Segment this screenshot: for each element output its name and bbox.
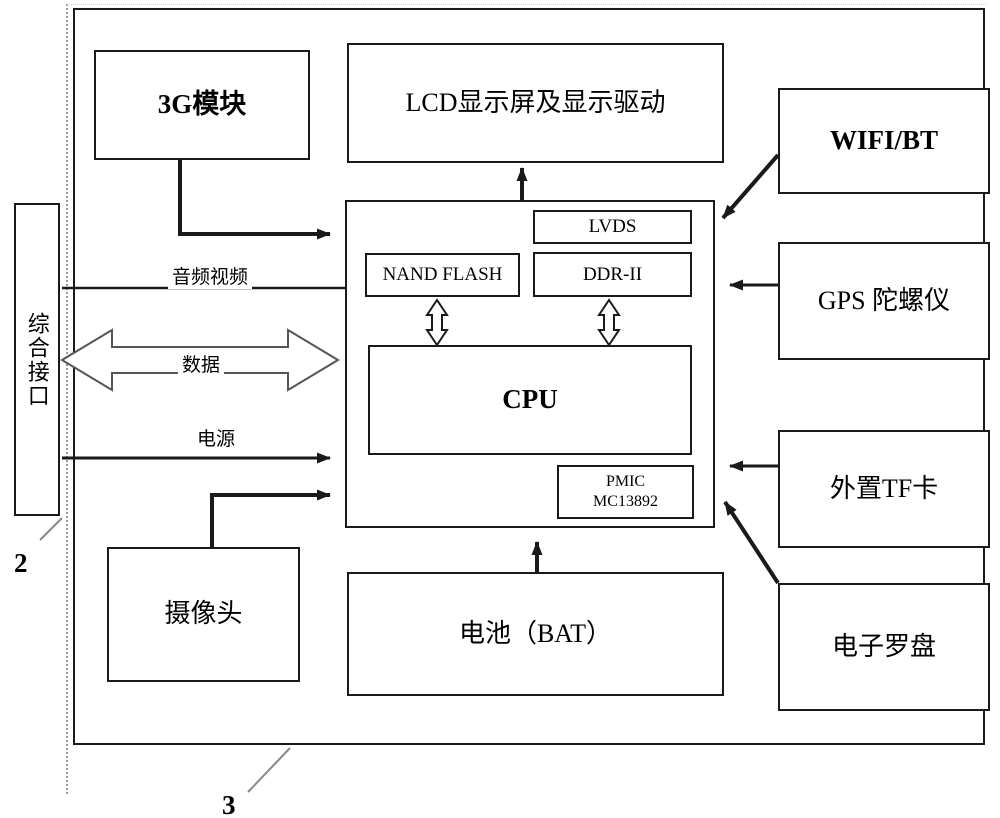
block-tf-card[interactable]: 外置TF卡 [778, 430, 990, 548]
conn-label-power: 电源 [193, 424, 240, 451]
block-lvds[interactable]: LVDS [533, 210, 692, 244]
reference-number-3: 3 [222, 790, 236, 818]
block-lcd-display-label: LCD显示屏及显示驱动 [405, 87, 666, 117]
block-3g-module[interactable]: 3G模块 [94, 50, 310, 160]
diagram-canvas: 综合接口 3G模块 LCD显示屏及显示驱动 LVDS DDR-II NAND F… [0, 0, 1000, 818]
conn-label-audio-video: 音频视频 [168, 262, 253, 289]
block-gps-gyroscope-label: GPS 陀螺仪 [817, 285, 951, 315]
block-ddr-ii[interactable]: DDR-II [533, 252, 692, 297]
block-pmic-label-line2: MC13892 [593, 493, 658, 510]
block-gps-gyroscope[interactable]: GPS 陀螺仪 [778, 242, 990, 360]
block-camera[interactable]: 摄像头 [107, 547, 300, 682]
block-cpu[interactable]: CPU [368, 345, 692, 455]
block-ddr-ii-label: DDR-II [582, 263, 643, 285]
block-lcd-display[interactable]: LCD显示屏及显示驱动 [347, 43, 724, 163]
block-cpu-label: CPU [502, 384, 558, 415]
block-nand-flash-label: NAND FLASH [382, 264, 503, 286]
block-pmic-label-line1: PMIC [605, 473, 646, 490]
reference-number-2: 2 [14, 548, 28, 578]
block-nand-flash[interactable]: NAND FLASH [365, 253, 520, 297]
conn-label-data: 数据 [178, 350, 225, 377]
block-electronic-compass[interactable]: 电子罗盘 [778, 583, 990, 711]
integrated-interface-label: 综合接口 [24, 311, 50, 408]
block-electronic-compass-label: 电子罗盘 [831, 631, 936, 661]
block-wifi-bt[interactable]: WIFI/BT [778, 88, 990, 194]
block-lvds-label: LVDS [588, 216, 637, 238]
block-wifi-bt-label: WIFI/BT [829, 125, 939, 156]
block-battery[interactable]: 电池（BAT） [347, 572, 724, 696]
block-integrated-interface[interactable]: 综合接口 [14, 203, 60, 516]
block-pmic[interactable]: PMIC MC13892 [557, 465, 694, 519]
block-battery-label: 电池（BAT） [458, 618, 613, 648]
leader-line-ref-2 [39, 517, 63, 541]
block-camera-label: 摄像头 [164, 599, 243, 629]
block-3g-module-label: 3G模块 [157, 89, 247, 120]
block-tf-card-label: 外置TF卡 [829, 473, 939, 503]
